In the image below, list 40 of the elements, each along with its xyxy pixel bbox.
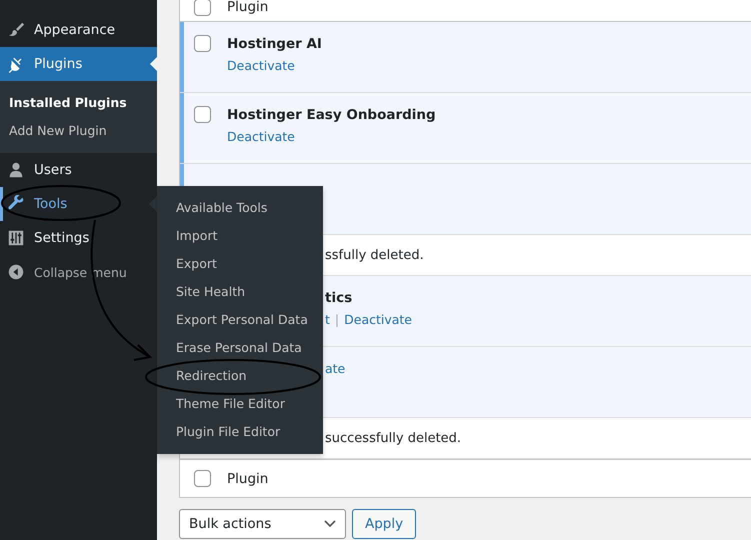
flyout-menu-item[interactable]: Export Personal Data (157, 306, 323, 334)
checkbox[interactable] (194, 106, 211, 123)
submenu-item[interactable]: Add New Plugin (0, 117, 157, 145)
sliders-icon (7, 229, 25, 247)
flyout-menu-item[interactable]: Plugin File Editor (157, 418, 323, 446)
column-header: Plugin (227, 470, 268, 486)
sidebar-item[interactable]: Settings (0, 221, 157, 255)
flyout-menu-item[interactable]: Import (157, 222, 323, 250)
checkbox[interactable] (194, 0, 211, 16)
sidebar-item[interactable]: Users (0, 153, 157, 187)
checkbox[interactable] (194, 35, 211, 52)
sidebar-item[interactable]: Tools (0, 187, 157, 221)
user-icon (7, 161, 25, 179)
sidebar-item[interactable]: Appearance (0, 13, 157, 47)
submenu-item[interactable]: Installed Plugins (0, 89, 157, 117)
action-link[interactable]: Deactivate (227, 58, 295, 73)
bulk-actions-select[interactable]: Bulk actions (179, 509, 346, 539)
sidebar-item[interactable]: Plugins (0, 47, 157, 81)
flyout-menu-item[interactable]: Site Health (157, 278, 323, 306)
action-link[interactable]: Deactivate (227, 129, 295, 144)
flyout-menu-item[interactable]: Redirection (157, 362, 323, 390)
collapse-icon (7, 263, 25, 281)
checkbox[interactable] (194, 470, 211, 487)
flyout-menu-item[interactable]: Available Tools (157, 194, 323, 222)
action-link[interactable]: ate (325, 361, 346, 376)
notice-text: ssfully deleted. (325, 248, 424, 262)
notice-text: successfully deleted. (325, 430, 462, 446)
separator-text: | (334, 312, 340, 327)
column-header: Plugin (227, 0, 268, 15)
chevron-down-icon (324, 520, 336, 528)
paintbrush-icon (7, 21, 25, 39)
apply-button[interactable]: Apply (352, 509, 416, 539)
plugin-name: tics (325, 290, 354, 306)
plugin-name: Hostinger Easy Onboarding (227, 107, 436, 123)
flyout-menu-item[interactable]: Theme File Editor (157, 390, 323, 418)
plugin-name: Hostinger AI (227, 36, 322, 52)
action-link[interactable]: Deactivate (344, 312, 412, 327)
flyout-menu-item[interactable]: Erase Personal Data (157, 334, 323, 362)
action-link[interactable]: t (325, 312, 330, 327)
flyout-menu-item[interactable]: Export (157, 250, 323, 278)
